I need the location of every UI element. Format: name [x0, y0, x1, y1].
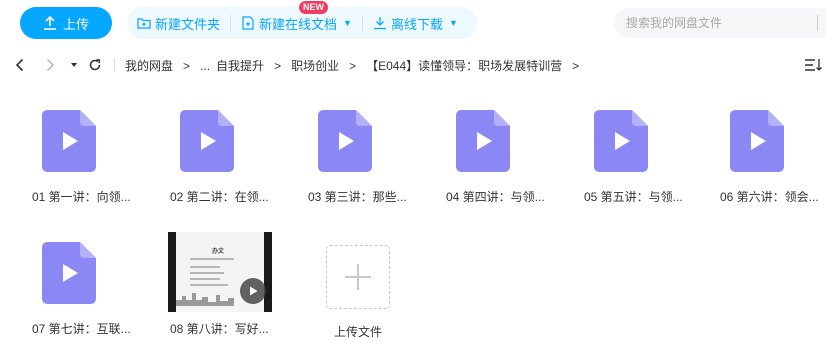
- file-tile[interactable]: 04 第四讲：与领...: [414, 96, 552, 216]
- video-file-icon: [594, 110, 648, 172]
- refresh-icon[interactable]: [87, 57, 103, 73]
- file-tile[interactable]: 05 第五讲：与领...: [552, 96, 690, 216]
- breadcrumb-separator: >: [349, 58, 357, 73]
- breadcrumb-separator: >: [183, 58, 191, 73]
- video-file-icon: [456, 110, 510, 172]
- file-name: 07 第七讲：互联...: [32, 322, 131, 336]
- divider: [817, 15, 818, 31]
- upload-file-label[interactable]: 上传文件: [320, 323, 396, 340]
- offline-download-label: 离线下载: [390, 16, 443, 32]
- breadcrumb-item-ellipsis[interactable]: ...: [200, 59, 210, 73]
- upload-button-label: 上传: [62, 16, 89, 32]
- new-online-doc-label: 新建在线文档: [259, 16, 338, 32]
- file-tile[interactable]: 01 第一讲：向领...: [0, 96, 138, 216]
- search-box[interactable]: [614, 8, 826, 38]
- sort-icon[interactable]: [804, 57, 822, 73]
- file-name: 04 第四讲：与领...: [446, 190, 545, 204]
- divider: [114, 58, 115, 72]
- file-tile[interactable]: 03 第三讲：那些...: [276, 96, 414, 216]
- thumbnail-text-line: [190, 272, 224, 274]
- thumbnail-text-line: [190, 278, 220, 280]
- breadcrumb-item-career[interactable]: 职场创业: [291, 57, 339, 74]
- upload-button[interactable]: 上传: [20, 7, 112, 39]
- video-file-icon: [180, 110, 234, 172]
- thumbnail-text-line: [190, 284, 228, 286]
- file-name: 02 第二讲：在领...: [170, 190, 269, 204]
- new-folder-label: 新建文件夹: [155, 16, 221, 32]
- breadcrumb: 我的网盘 > ... 自我提升 > 职场创业 > 【E044】读懂领导：职场发展…: [125, 57, 589, 74]
- file-name: 01 第一讲：向领...: [32, 190, 131, 204]
- breadcrumb-separator: >: [274, 58, 282, 73]
- upload-icon: [43, 16, 56, 30]
- download-icon: [373, 17, 386, 30]
- breadcrumb-separator: >: [572, 58, 580, 73]
- video-file-icon: [42, 242, 96, 304]
- file-name: 05 第五讲：与领...: [584, 190, 683, 204]
- new-badge: NEW: [299, 1, 329, 14]
- file-tile[interactable]: 06 第六讲：领会...: [688, 96, 826, 216]
- file-name: 06 第六讲：领会...: [720, 190, 819, 204]
- file-name: 03 第三讲：那些...: [308, 190, 407, 204]
- video-file-icon: [42, 110, 96, 172]
- video-file-icon: [318, 110, 372, 172]
- action-group: 新建文件夹 新建在线文档 ▼ NEW 离线下载 ▼: [127, 1, 477, 39]
- breadcrumb-item-current-folder[interactable]: 【E044】读懂领导：职场发展特训营: [366, 57, 562, 74]
- folder-plus-icon: [137, 18, 151, 29]
- breadcrumb-item-self-improvement[interactable]: 自我提升: [216, 57, 264, 74]
- play-icon[interactable]: [240, 278, 266, 304]
- breadcrumb-item-my-drive[interactable]: 我的网盘: [125, 57, 173, 74]
- navigation-bar: 我的网盘 > ... 自我提升 > 职场创业 > 【E044】读懂领导：职场发展…: [0, 50, 826, 80]
- video-file-icon: [730, 110, 784, 172]
- back-arrow-icon[interactable]: [12, 57, 28, 73]
- new-folder-button[interactable]: 新建文件夹: [127, 7, 230, 39]
- file-name: 08 第八讲：写好...: [170, 322, 269, 336]
- search-input[interactable]: [626, 16, 796, 30]
- offline-download-button[interactable]: 离线下载 ▼: [363, 7, 468, 39]
- thumbnail-text-line: [190, 266, 220, 268]
- plus-icon: [345, 264, 371, 290]
- file-tile[interactable]: 02 第二讲：在领...: [138, 96, 276, 216]
- toolbar: 上传 新建文件夹 新建在线文档 ▼ NEW 离线下载 ▼: [0, 0, 826, 44]
- video-thumbnail[interactable]: 办文: [168, 232, 272, 312]
- forward-arrow-icon[interactable]: [42, 57, 58, 73]
- doc-plus-icon: [242, 16, 254, 30]
- file-tile[interactable]: 07 第七讲：互联...: [0, 228, 138, 348]
- thumbnail-title: 办文: [212, 249, 225, 255]
- caret-down-icon: ▼: [448, 18, 458, 28]
- thumbnail-text-line: [190, 258, 234, 260]
- history-dropdown-icon[interactable]: [66, 57, 82, 73]
- new-online-doc-button[interactable]: 新建在线文档 ▼ NEW: [231, 1, 362, 39]
- upload-file-tile[interactable]: [326, 245, 390, 309]
- caret-down-icon: ▼: [343, 18, 352, 28]
